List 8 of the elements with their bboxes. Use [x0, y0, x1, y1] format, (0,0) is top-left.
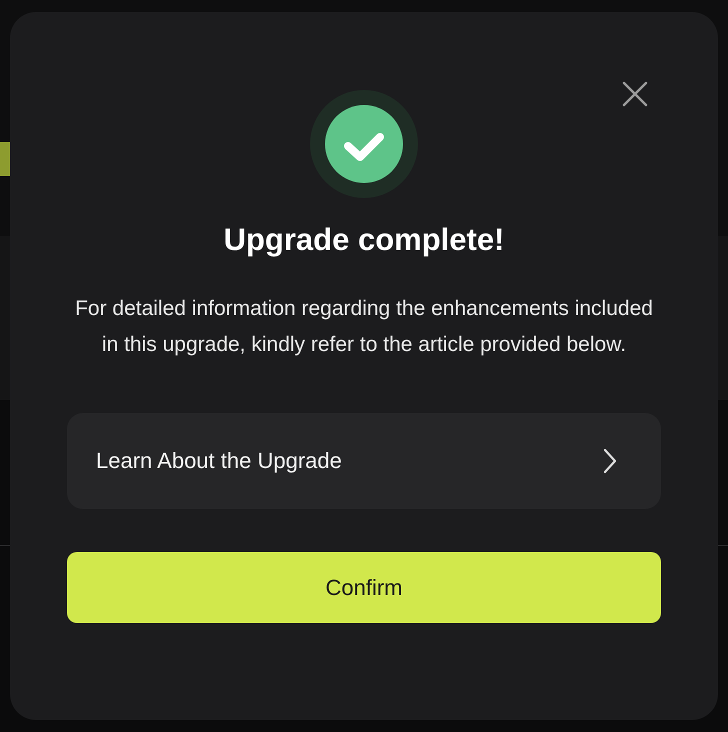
dialog-title: Upgrade complete! — [224, 221, 504, 259]
check-icon — [310, 90, 418, 198]
badge-edge — [0, 142, 10, 176]
confirm-button[interactable]: Confirm — [67, 552, 661, 623]
learn-more-link[interactable]: Learn About the Upgrade — [67, 413, 661, 509]
chevron-right-icon — [603, 448, 617, 474]
dialog-message: For detailed information regarding the enhancements included in this upgrade, kindly refer to the article provided below. — [74, 296, 654, 358]
close-icon[interactable] — [622, 81, 648, 107]
